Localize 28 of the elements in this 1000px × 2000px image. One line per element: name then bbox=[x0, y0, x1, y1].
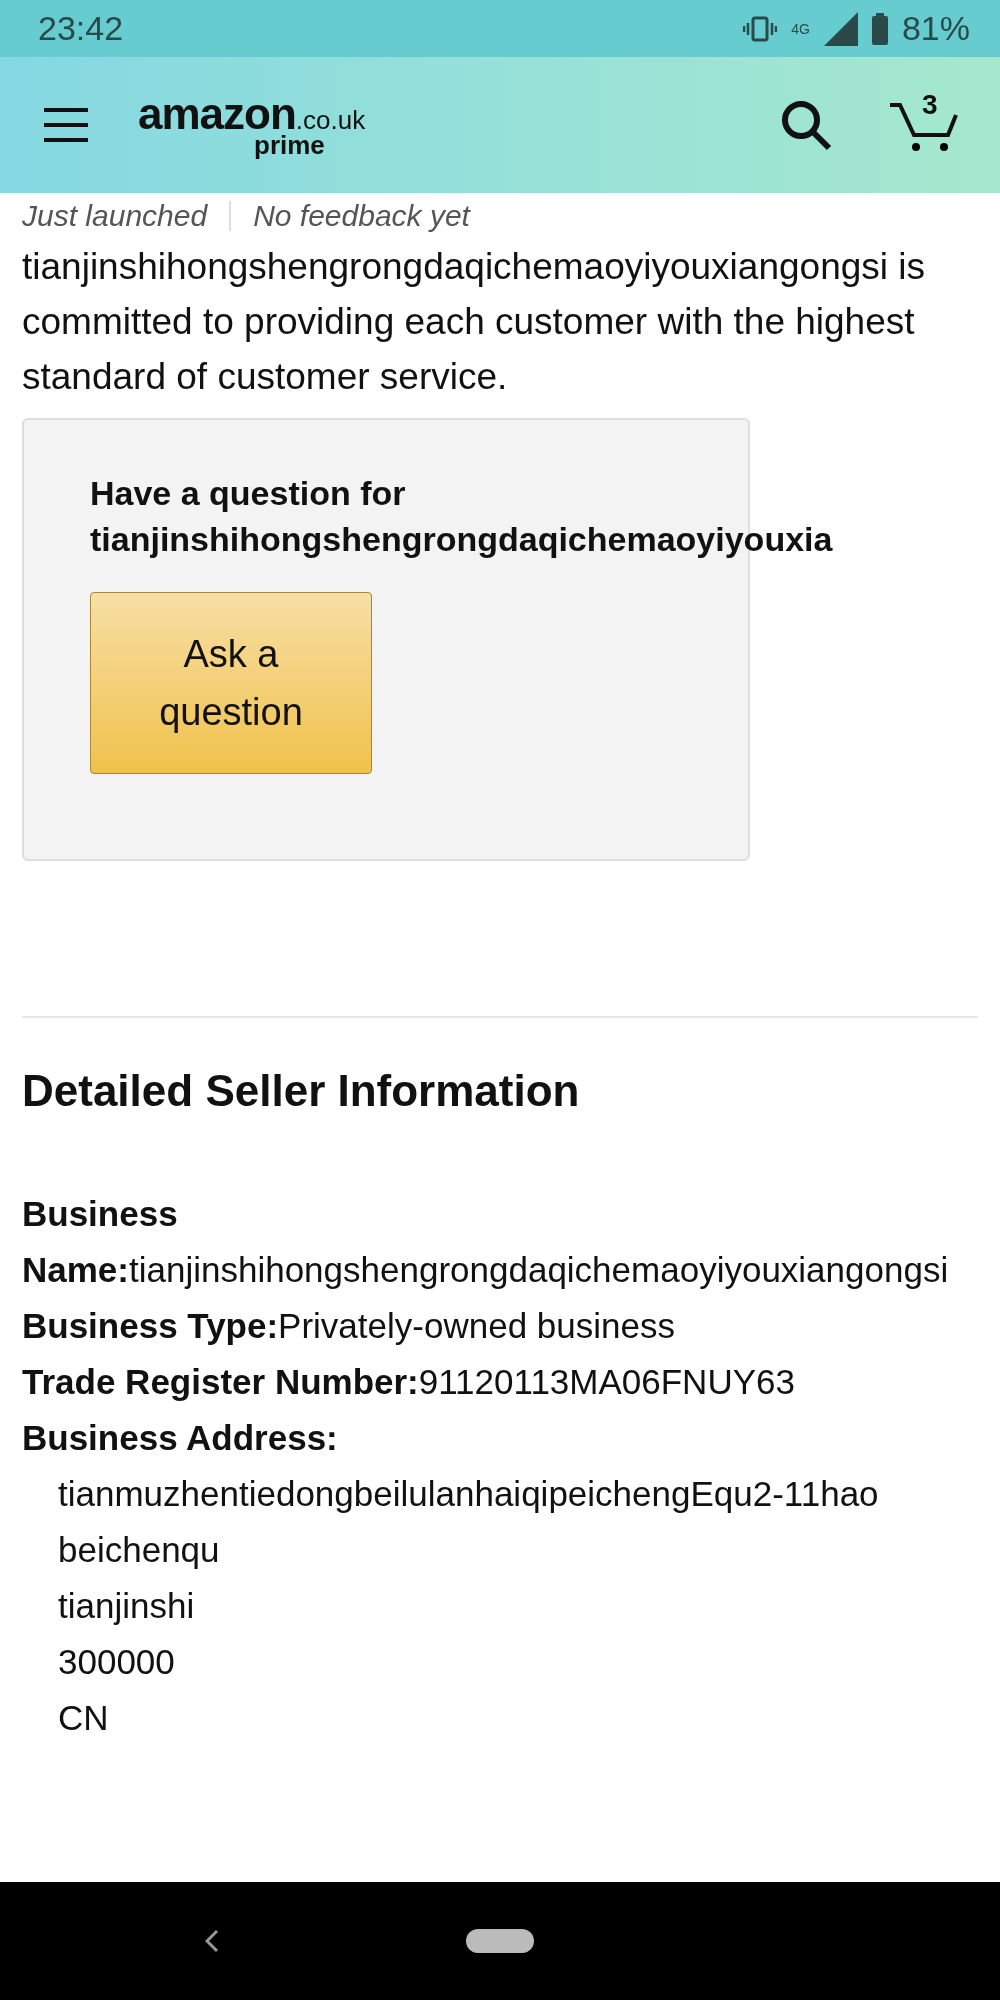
search-icon[interactable] bbox=[780, 99, 832, 151]
question-heading: Have a question for bbox=[90, 473, 407, 514]
section-title: Detailed Seller Information bbox=[22, 1066, 581, 1116]
vibrate-icon bbox=[743, 15, 778, 42]
address-line: beichenqu bbox=[57, 1529, 221, 1571]
seller-detail: Trade Register Number:91120113MA06FNUY63 bbox=[22, 1361, 796, 1403]
battery-percent: 81% bbox=[901, 9, 970, 48]
address-line: 300000 bbox=[57, 1641, 176, 1683]
network-type: 4G bbox=[791, 20, 810, 37]
seller-meta-text: No feedback yet bbox=[253, 198, 470, 234]
seller-name: tianjinshihongshengrongdaqichemaoyiyouxia bbox=[90, 519, 833, 560]
seller-detail: Business Name:tianjinshihongshengrongdaqichemaoyiyouxiangongsi bbox=[22, 1193, 950, 1291]
address-line: CN bbox=[57, 1697, 110, 1739]
home-handle[interactable] bbox=[466, 1929, 534, 1953]
signal-icon bbox=[823, 11, 858, 46]
battery-icon bbox=[871, 12, 888, 45]
seller-intro: tianjinshihongshengrongdaqichemaoyiyouxiangongsi is committed to providing each customer with the highest standard of customer service. bbox=[22, 245, 926, 399]
ask-question-button[interactable]: Ask a question bbox=[90, 592, 372, 774]
back-icon[interactable] bbox=[205, 1929, 219, 1953]
menu-icon[interactable] bbox=[44, 107, 88, 143]
seller-detail: Business Type:Privately-owned business bbox=[22, 1305, 676, 1347]
address-label: Business Address: bbox=[22, 1417, 339, 1459]
cart-count: 3 bbox=[922, 89, 938, 121]
status-time: 23:42 bbox=[38, 9, 125, 48]
address-line: tianjinshi bbox=[57, 1585, 196, 1627]
logo-domain: .co.uk bbox=[295, 107, 366, 133]
seller-meta-text: Just launched bbox=[22, 198, 208, 234]
address-line: tianmuzhentiedongbeilulanhaiqipeichengEqu2-11hao bbox=[57, 1473, 880, 1515]
